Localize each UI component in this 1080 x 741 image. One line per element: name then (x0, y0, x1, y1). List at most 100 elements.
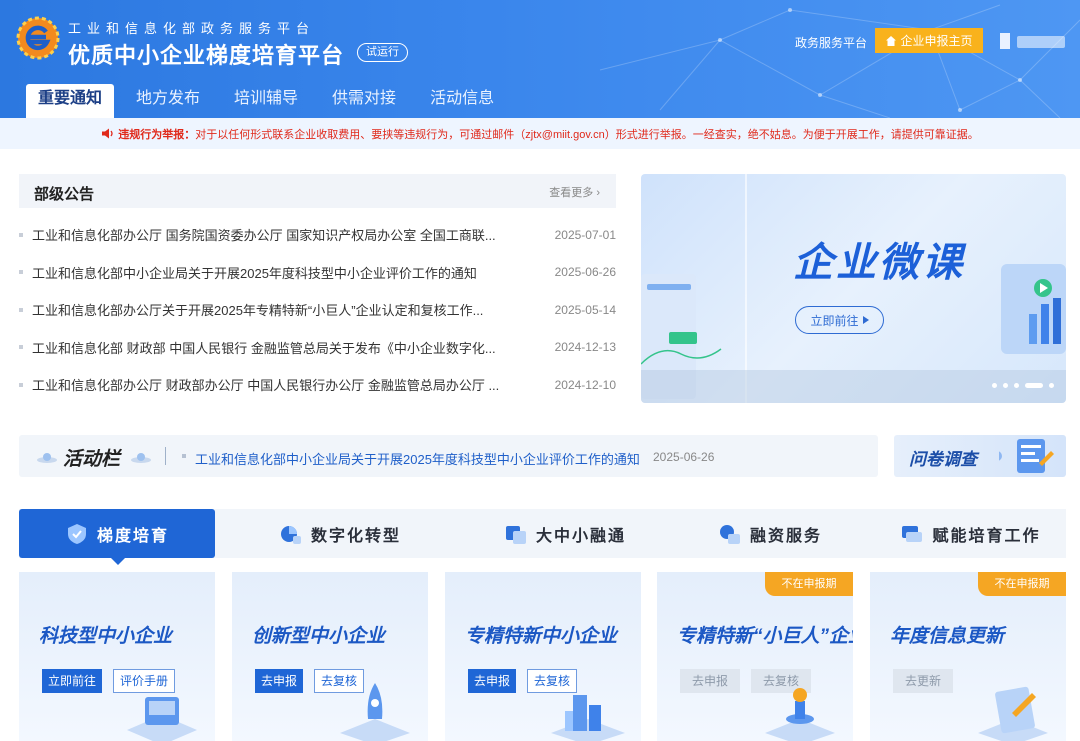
list-item[interactable]: 工业和信息化部办公厅 国务院国资委办公厅 国家知识产权局办公室 全国工商联...… (19, 216, 616, 254)
announcements-title: 部级公告 (34, 186, 95, 203)
bullet-icon (19, 382, 23, 387)
card-title: 专精特新“小巨人”企业 (677, 626, 853, 647)
banner-illustration (641, 174, 1066, 403)
announcement-title[interactable]: 工业和信息化部 财政部 中国人民银行 金融监管总局关于发布《中小企业数字化... (32, 338, 536, 357)
announcement-title[interactable]: 工业和信息化部办公厅 国务院国资委办公厅 国家知识产权局办公室 全国工商联... (32, 225, 536, 244)
home-icon (886, 35, 897, 46)
card-specialized-sme: 专精特新中小企业 去申报 去复核 (445, 572, 641, 741)
card-annual-update: 不在申报期 年度信息更新 去更新 (870, 572, 1066, 741)
money-icon (719, 524, 740, 544)
tab-digital-transformation[interactable]: 数字化转型 (215, 509, 465, 558)
card-title: 专精特新中小企业 (465, 626, 618, 647)
view-more-link[interactable]: 查看更多 › (549, 184, 600, 200)
tab-label: 融资服务 (749, 527, 822, 545)
apply-button[interactable]: 去申报 (255, 669, 304, 693)
platform-subtitle: 工业和信息化部政务服务平台 (68, 21, 316, 36)
status-badge: 不在申报期 (765, 572, 853, 596)
chart-icon (280, 525, 301, 544)
user-name-blurred[interactable] (1017, 36, 1065, 48)
chevron-right-icon: › (596, 187, 600, 199)
announcement-title[interactable]: 工业和信息化部办公厅 财政部办公厅 中国人民银行办公厅 金融监管总局办公厅 ..… (32, 375, 536, 394)
network-pattern-decoration (599, 4, 1080, 118)
list-item[interactable]: 工业和信息化部 财政部 中国人民银行 金融监管总局关于发布《中小企业数字化...… (19, 329, 616, 367)
go-now-button[interactable]: 立即前往 (42, 669, 103, 693)
apply-button[interactable]: 去申报 (468, 669, 517, 693)
card-title: 科技型中小企业 (39, 626, 173, 647)
announcements-list: 工业和信息化部办公厅 国务院国资委办公厅 国家知识产权局办公室 全国工商联...… (19, 216, 616, 404)
carousel-dot-active[interactable] (1025, 383, 1043, 388)
activity-title: 活动栏 (63, 449, 121, 470)
announcement-date: 2025-07-01 (554, 227, 616, 242)
nav-item-local-release[interactable]: 地方发布 (124, 84, 212, 118)
link-icon (505, 525, 526, 544)
bullet-icon (19, 270, 23, 275)
announcement-date: 2025-05-14 (554, 302, 616, 317)
announcement-date: 2024-12-10 (554, 377, 616, 392)
carousel-dot[interactable] (992, 383, 997, 388)
tab-financing-services[interactable]: 融资服务 (665, 509, 875, 558)
nav-item-important-notice[interactable]: 重要通知 (26, 84, 115, 118)
clipboard-icon (999, 439, 1054, 473)
activity-link[interactable]: 工业和信息化部中小企业局关于开展2025年度科技型中小企业评价工作的通知 (195, 449, 640, 468)
card-little-giant: 不在申报期 专精特新“小巨人”企业 去申报 去复核 (657, 572, 853, 741)
survey-button[interactable]: 问卷调查 (894, 435, 1066, 477)
speaker-icon (102, 128, 113, 139)
card-innovative-sme: 创新型中小企业 去申报 去复核 (232, 572, 428, 741)
site-header: 工业和信息化部政务服务平台 优质中小企业梯度培育平台 试运行 政务服务平台 企业… (0, 0, 1080, 118)
book-icon (902, 525, 923, 542)
banner-title: 企业微课 (793, 241, 965, 285)
announcement-title[interactable]: 工业和信息化部办公厅关于开展2025年专精特新“小巨人”企业认定和复核工作... (32, 300, 536, 319)
platform-title: 优质中小企业梯度培育平台 (68, 43, 345, 68)
gov-service-link[interactable]: 政务服务平台 (795, 34, 867, 51)
tab-empowerment-work[interactable]: 赋能培育工作 (875, 509, 1066, 558)
tab-label: 赋能培育工作 (932, 527, 1041, 545)
banner-go-button[interactable]: 立即前往 (795, 306, 884, 334)
tab-large-small-integration[interactable]: 大中小融通 (465, 509, 665, 558)
announcement-date: 2025-06-26 (554, 265, 616, 280)
carousel-dot[interactable] (1014, 383, 1019, 388)
rocket-illustration (340, 683, 410, 741)
activity-date: 2025-06-26 (653, 450, 715, 464)
list-item[interactable]: 工业和信息化部办公厅关于开展2025年专精特新“小巨人”企业认定和复核工作...… (19, 291, 616, 329)
bullet-icon (19, 307, 23, 312)
banner-go-label: 立即前往 (810, 313, 859, 328)
bullet-icon (182, 454, 186, 458)
apply-button-disabled[interactable]: 去申报 (680, 669, 741, 693)
announcements-header: 部级公告 查看更多 › (19, 174, 616, 208)
sparkle-left-icon (37, 453, 57, 463)
update-button-disabled[interactable]: 去更新 (893, 669, 954, 693)
nav-item-activities[interactable]: 活动信息 (418, 84, 506, 118)
enterprise-home-label: 企业申报主页 (900, 34, 973, 48)
announcement-title[interactable]: 工业和信息化部中小企业局关于开展2025年度科技型中小企业评价工作的通知 (32, 263, 536, 282)
carousel-dot[interactable] (1049, 383, 1054, 388)
play-arrow-icon (862, 316, 869, 324)
tab-label: 数字化转型 (310, 527, 401, 545)
sparkle-right-icon (131, 453, 151, 463)
nav-item-supply-demand[interactable]: 供需对接 (320, 84, 408, 118)
bullet-icon (19, 345, 23, 350)
document-illustration (978, 686, 1048, 741)
announcement-date: 2024-12-13 (554, 340, 616, 355)
list-item[interactable]: 工业和信息化部中小企业局关于开展2025年度科技型中小企业评价工作的通知 202… (19, 254, 616, 292)
buildings-illustration (551, 695, 625, 741)
tab-gradient-cultivation[interactable]: 梯度培育 (19, 509, 215, 565)
tab-label: 梯度培育 (96, 527, 169, 545)
divider (165, 447, 166, 465)
card-title: 创新型中小企业 (252, 626, 386, 647)
survey-label: 问卷调查 (909, 450, 977, 469)
carousel-dot[interactable] (1003, 383, 1008, 388)
list-item[interactable]: 工业和信息化部办公厅 财政部办公厅 中国人民银行办公厅 金融监管总局办公厅 ..… (19, 366, 616, 404)
enterprise-home-button[interactable]: 企业申报主页 (875, 28, 983, 53)
user-avatar-icon[interactable] (1000, 33, 1010, 49)
ministry-logo (16, 16, 60, 60)
notice-strong-label: 违规行为举报： (118, 128, 196, 141)
view-more-label: 查看更多 (549, 187, 594, 199)
device-illustration (127, 697, 197, 741)
main-nav: 重要通知 地方发布 培训辅导 供需对接 活动信息 (26, 84, 516, 118)
violation-notice-bar: 违规行为举报： 对于以任何形式联系企业收取费用、要挟等违规行为，可通过邮件（zj… (0, 118, 1080, 149)
nav-item-training[interactable]: 培训辅导 (222, 84, 310, 118)
trial-badge: 试运行 (357, 43, 408, 62)
card-tech-sme: 科技型中小企业 立即前往 评价手册 (19, 572, 215, 741)
notice-text: 对于以任何形式联系企业收取费用、要挟等违规行为，可通过邮件（zjtx@miit.… (195, 128, 979, 141)
enterprise-course-banner[interactable]: 企业微课 立即前往 (641, 174, 1066, 403)
